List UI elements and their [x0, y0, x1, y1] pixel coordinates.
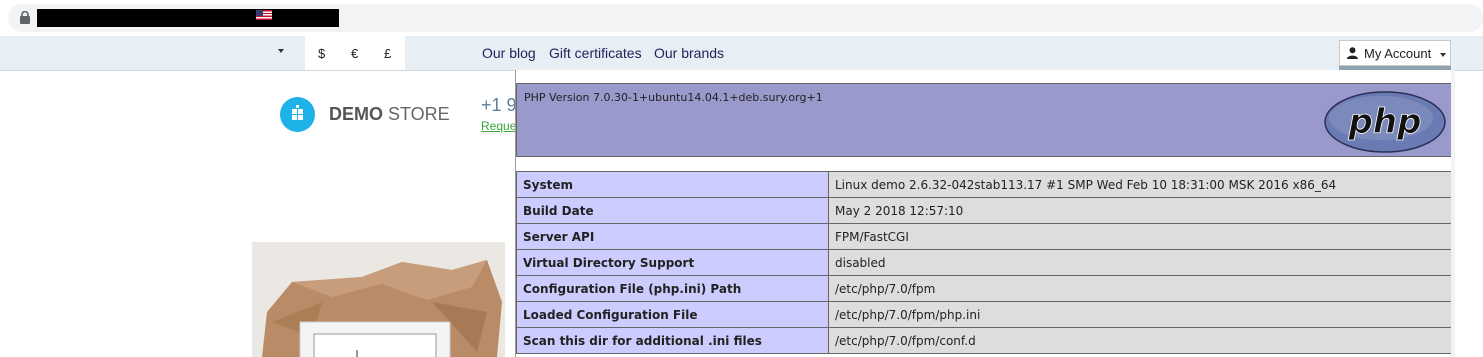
php-logo-icon: php	[1324, 91, 1446, 153]
chevron-down-icon	[278, 49, 284, 53]
store-logo-icon[interactable]	[280, 97, 315, 132]
table-row: Server API FPM/FastCGI	[516, 223, 1452, 250]
table-row: Configuration File (php.ini) Path/etc/ph…	[516, 275, 1452, 302]
info-value: /etc/php/7.0/fpm/php.ini	[828, 301, 1452, 328]
user-icon	[1347, 47, 1358, 59]
currency-selector: $ € £	[305, 36, 405, 70]
info-key: Scan this dir for additional .ini files	[516, 327, 829, 354]
store-phone: +1 9	[481, 95, 517, 115]
store-logo-text[interactable]: DEMO STORE	[329, 104, 450, 125]
php-version-text: PHP Version 7.0.30-1+ubuntu14.04.1+deb.s…	[524, 91, 823, 104]
nav-link-blog[interactable]: Our blog	[482, 45, 536, 61]
nav-link-brands[interactable]: Our brands	[654, 45, 724, 61]
info-key: Configuration File (php.ini) Path	[516, 275, 829, 302]
phpinfo-panel: PHP Version 7.0.30-1+ubuntu14.04.1+deb.s…	[515, 70, 1455, 357]
info-key: Server API	[516, 223, 829, 250]
info-value: May 2 2018 12:57:10	[828, 197, 1452, 224]
info-key: Build Date	[516, 197, 829, 224]
currency-eur[interactable]: €	[351, 46, 358, 61]
my-account-button[interactable]: My Account	[1339, 40, 1451, 66]
php-logo-text: php	[1348, 102, 1422, 142]
table-row: Loaded Configuration File/etc/php/7.0/fp…	[516, 301, 1452, 328]
store-top-nav	[0, 36, 1483, 71]
lock-icon	[20, 11, 30, 24]
php-info-table: System Linux demo 2.6.32-042stab113.17 #1…	[516, 171, 1452, 354]
product-image[interactable]	[252, 242, 505, 357]
info-key: Loaded Configuration File	[516, 301, 829, 328]
table-row: Virtual Directory Support disabled	[516, 249, 1452, 276]
chevron-down-icon	[1440, 53, 1446, 57]
info-key: Virtual Directory Support	[516, 249, 829, 276]
info-value: /etc/php/7.0/fpm	[828, 275, 1452, 302]
info-value: /etc/php/7.0/fpm/conf.d	[828, 327, 1452, 354]
parcel-illustration	[252, 242, 505, 357]
currency-usd[interactable]: $	[318, 46, 325, 61]
info-value: Linux demo 2.6.32-042stab113.17 #1 SMP W…	[828, 171, 1452, 198]
info-value: disabled	[828, 249, 1452, 276]
nav-link-gift-certificates[interactable]: Gift certificates	[549, 45, 642, 61]
my-account-label: My Account	[1364, 46, 1432, 61]
browser-address-bar	[0, 0, 1483, 36]
us-flag-icon	[256, 10, 272, 20]
info-key: System	[516, 171, 829, 198]
info-value: FPM/FastCGI	[828, 223, 1452, 250]
request-call-link[interactable]: Reque	[481, 119, 516, 133]
table-row: System Linux demo 2.6.32-042stab113.17 #1…	[516, 171, 1452, 198]
redacted-url	[37, 9, 339, 27]
scrollbar[interactable]	[1451, 70, 1455, 357]
php-version-header: PHP Version 7.0.30-1+ubuntu14.04.1+deb.s…	[516, 83, 1452, 157]
currency-gbp[interactable]: £	[384, 46, 391, 61]
table-row: Build Date May 2 2018 12:57:10	[516, 197, 1452, 224]
table-row: Scan this dir for additional .ini files /…	[516, 327, 1452, 354]
